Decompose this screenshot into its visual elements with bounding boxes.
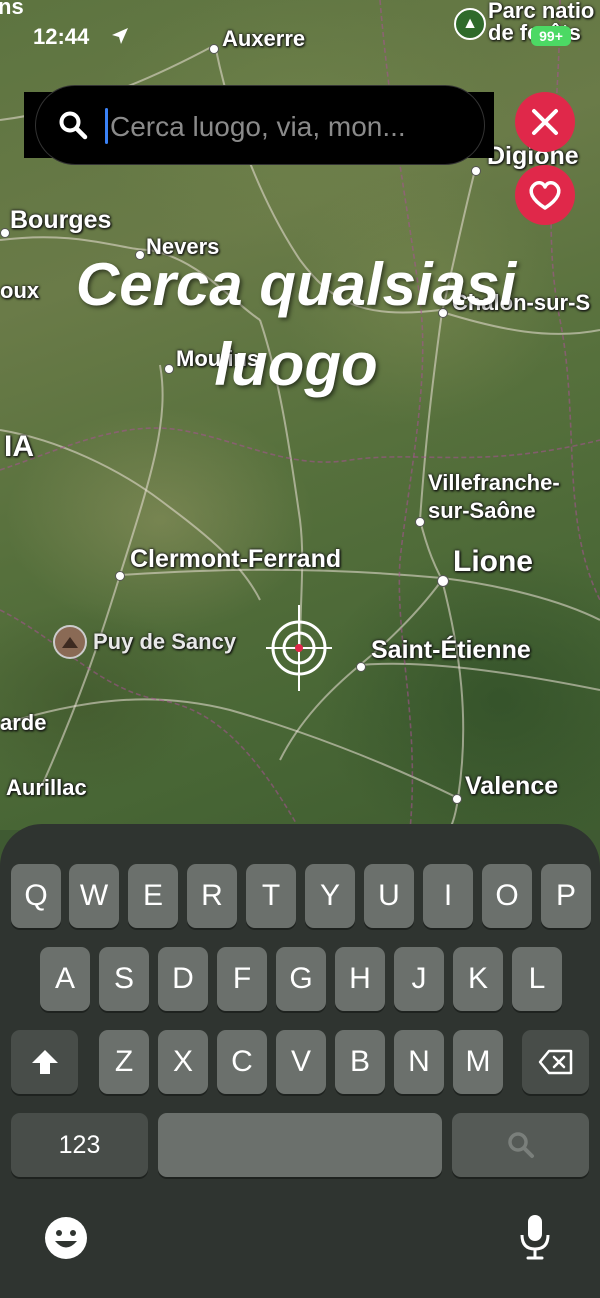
key-q[interactable]: Q [11, 864, 61, 928]
place-clermont[interactable]: Clermont-Ferrand [130, 545, 341, 574]
key-n[interactable]: N [394, 1030, 444, 1094]
city-dot [452, 794, 462, 804]
shift-key[interactable] [11, 1030, 78, 1094]
search-icon [59, 111, 88, 140]
place-arde[interactable]: arde [0, 710, 46, 736]
crosshair-icon [266, 605, 332, 691]
key-u[interactable]: U [364, 864, 414, 928]
city-dot [0, 228, 10, 238]
keyboard: Q W E R T Y U I O P A S D F G H J K L Z … [0, 824, 600, 1298]
place-valence[interactable]: Valence [465, 772, 558, 801]
city-dot [415, 517, 425, 527]
city-dot [437, 575, 449, 587]
place-ia[interactable]: IA [4, 430, 34, 464]
key-j[interactable]: J [394, 947, 444, 1011]
key-i[interactable]: I [423, 864, 473, 928]
status-time: 12:44 [33, 24, 90, 49]
place-auxerre[interactable]: Auxerre [222, 26, 305, 52]
key-s[interactable]: S [99, 947, 149, 1011]
key-f[interactable]: F [217, 947, 267, 1011]
key-b[interactable]: B [335, 1030, 385, 1094]
key-c[interactable]: C [217, 1030, 267, 1094]
dictation-button[interactable] [518, 1213, 552, 1266]
key-v[interactable]: V [276, 1030, 326, 1094]
key-w[interactable]: W [69, 864, 119, 928]
key-e[interactable]: E [128, 864, 178, 928]
city-dot [209, 44, 219, 54]
headline-line2: luogo [214, 331, 378, 398]
microphone-icon [520, 1215, 550, 1260]
key-p[interactable]: P [541, 864, 591, 928]
truncated-label: ns [0, 0, 24, 19]
park-label-line1: Parc natio [488, 0, 595, 23]
key-y[interactable]: Y [305, 864, 355, 928]
headline-line1: Cerca qualsiasi [75, 251, 517, 318]
poi-puy-de-sancy[interactable]: Puy de Sancy [53, 625, 236, 659]
heart-icon [529, 181, 561, 210]
key-a[interactable]: A [40, 947, 90, 1011]
close-icon [532, 109, 558, 135]
backspace-key[interactable] [522, 1030, 589, 1094]
close-button[interactable] [515, 92, 575, 152]
place-villefranche-2[interactable]: sur-Saône [428, 498, 536, 524]
key-g[interactable]: G [276, 947, 326, 1011]
city-dot [471, 166, 481, 176]
place-lione[interactable]: Lione [453, 545, 533, 579]
key-t[interactable]: T [246, 864, 296, 928]
key-z[interactable]: Z [99, 1030, 149, 1094]
search-bar[interactable] [36, 86, 484, 164]
place-villefranche-1[interactable]: Villefranche- [428, 470, 560, 496]
city-dot [115, 571, 125, 581]
key-k[interactable]: K [453, 947, 503, 1011]
place-bourges[interactable]: Bourges [10, 206, 111, 235]
key-d[interactable]: D [158, 947, 208, 1011]
mountain-icon [53, 625, 87, 659]
key-l[interactable]: L [512, 947, 562, 1011]
emoji-button[interactable] [44, 1216, 88, 1265]
space-key[interactable] [158, 1113, 442, 1177]
emoji-icon [45, 1217, 87, 1259]
battery-indicator: 99+ [531, 26, 571, 46]
key-m[interactable]: M [453, 1030, 503, 1094]
key-r[interactable]: R [187, 864, 237, 928]
place-saint-etienne[interactable]: Saint-Étienne [371, 636, 531, 665]
city-dot [356, 662, 366, 672]
search-input[interactable] [108, 106, 472, 148]
numbers-key[interactable]: 123 [11, 1113, 148, 1177]
location-arrow-icon [110, 26, 130, 51]
poi-puy-label: Puy de Sancy [93, 629, 237, 654]
key-h[interactable]: H [335, 947, 385, 1011]
place-aurillac[interactable]: Aurillac [6, 775, 87, 801]
shift-icon [31, 1050, 58, 1074]
key-o[interactable]: O [482, 864, 532, 928]
key-x[interactable]: X [158, 1030, 208, 1094]
search-key[interactable] [452, 1113, 589, 1177]
favorite-button[interactable] [515, 165, 575, 225]
search-icon [507, 1132, 534, 1158]
tree-icon[interactable]: ▲ [454, 8, 486, 40]
backspace-icon [538, 1049, 572, 1075]
